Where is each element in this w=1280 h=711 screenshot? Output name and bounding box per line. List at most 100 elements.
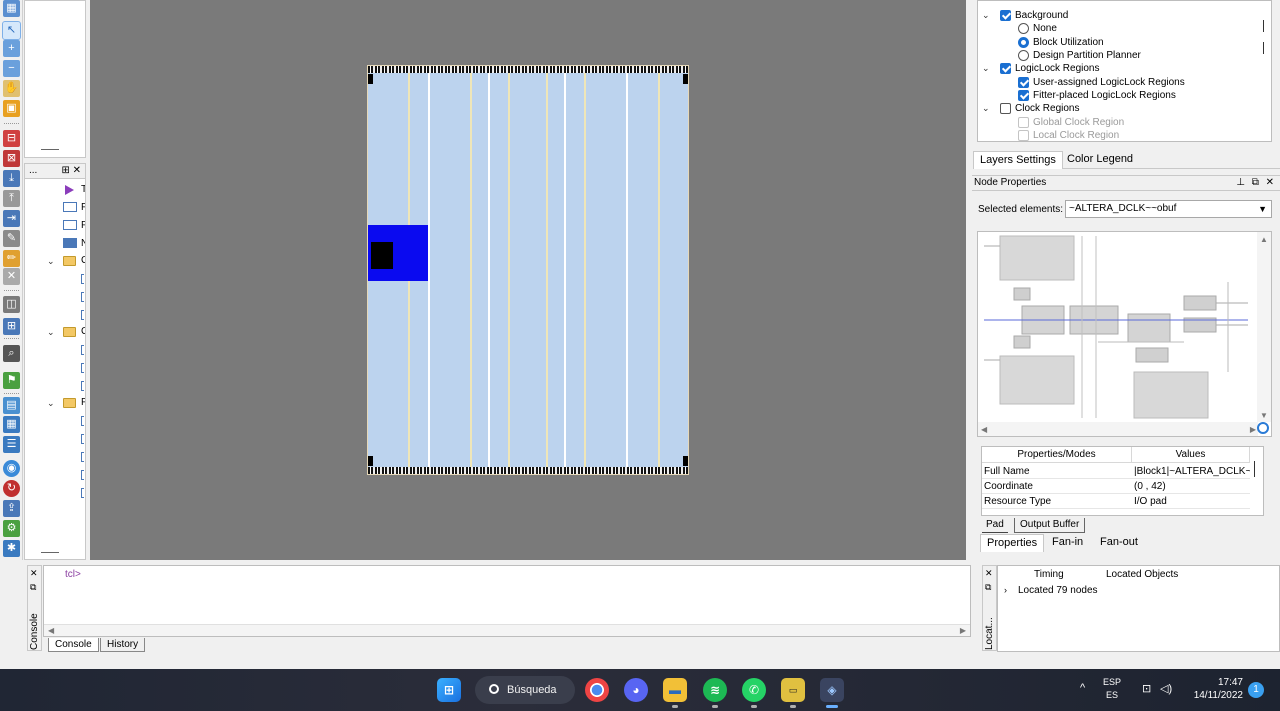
- chevron-up-icon[interactable]: ^: [1080, 682, 1085, 694]
- tab-layers-settings[interactable]: Layers Settings: [973, 151, 1063, 169]
- refresh-icon[interactable]: ↻: [3, 480, 20, 497]
- chevron-down-icon[interactable]: ⌄: [47, 398, 55, 409]
- preview-vertical-scrollbar[interactable]: ▲ ▼: [1257, 232, 1271, 422]
- selected-io-pad[interactable]: [371, 242, 393, 269]
- close-icon[interactable]: ✕: [985, 568, 993, 579]
- table-icon[interactable]: ▦: [3, 416, 20, 433]
- routing-icon[interactable]: ⊠: [3, 150, 20, 167]
- chevron-down-icon[interactable]: ⌄: [982, 62, 990, 75]
- selected-io-block[interactable]: [368, 225, 428, 281]
- tree-item-label[interactable]: F: [81, 202, 85, 213]
- scroll-left-icon[interactable]: ◀: [981, 425, 987, 434]
- table-header[interactable]: Values: [1132, 447, 1250, 463]
- tree-item-label[interactable]: C: [81, 326, 85, 337]
- tab-properties[interactable]: Properties: [980, 534, 1045, 552]
- layer-item[interactable]: Design Partition Planner: [982, 49, 1262, 62]
- layer-item[interactable]: Global Clock Region: [982, 116, 1262, 129]
- chrome-icon[interactable]: [585, 678, 609, 702]
- chevron-down-icon[interactable]: ⌄: [982, 102, 990, 115]
- connection-icon[interactable]: ⇥: [3, 210, 20, 227]
- layer-item[interactable]: None: [982, 22, 1262, 35]
- tree-item-label[interactable]: T: [81, 184, 85, 195]
- list-icon[interactable]: ☰: [3, 436, 20, 453]
- chevron-down-icon[interactable]: ⌄: [47, 256, 55, 267]
- whatsapp-icon[interactable]: ✆: [742, 678, 766, 702]
- subtab-pad[interactable]: Pad: [982, 518, 1008, 533]
- checkbox[interactable]: [1000, 10, 1011, 21]
- layers-scrollbar[interactable]: [1263, 20, 1264, 32]
- chip-view-icon[interactable]: ◫: [3, 296, 20, 313]
- checkbox[interactable]: [1018, 77, 1029, 88]
- tree-item-label[interactable]: N: [81, 238, 85, 249]
- spotify-icon[interactable]: ≋: [703, 678, 727, 702]
- checkbox[interactable]: [1000, 103, 1011, 114]
- console-horizontal-scrollbar[interactable]: ◀ ▶: [44, 624, 970, 636]
- fit-window-icon[interactable]: ▣: [3, 100, 20, 117]
- zoom-out-icon[interactable]: −: [3, 60, 20, 77]
- windows-start-icon[interactable]: ⊞: [437, 678, 461, 702]
- preview-horizontal-scrollbar[interactable]: ◀ ▶: [978, 422, 1258, 436]
- located-nodes-row[interactable]: Located 79 nodes: [1018, 585, 1098, 596]
- volume-icon[interactable]: ◁): [1160, 682, 1172, 695]
- column-header-timing[interactable]: Timing: [1034, 568, 1064, 581]
- subtab-output-buffer[interactable]: Output Buffer: [1014, 518, 1086, 533]
- report-icon[interactable]: ⊞: [3, 318, 20, 335]
- highlight-icon[interactable]: ✏: [3, 250, 20, 267]
- pin-planner-icon[interactable]: ⚙: [3, 520, 20, 537]
- float-icon[interactable]: ⧉: [30, 582, 36, 593]
- scroll-right-icon[interactable]: ▶: [960, 626, 966, 635]
- tab-fan-out[interactable]: Fan-out: [1094, 534, 1144, 552]
- tab-color-legend[interactable]: Color Legend: [1061, 151, 1139, 169]
- quartus-icon[interactable]: ◈: [820, 678, 844, 702]
- node-schematic-preview[interactable]: ▲ ▼ ◀ ▶: [977, 231, 1272, 437]
- table-scrollbar[interactable]: [1254, 461, 1255, 477]
- tab-console[interactable]: Console: [48, 638, 99, 652]
- layer-item[interactable]: ⌄ Background: [982, 9, 1262, 22]
- globe-icon[interactable]: ◉: [3, 460, 20, 477]
- layer-item[interactable]: Fitter-placed LogicLock Regions: [982, 89, 1262, 102]
- tab-history[interactable]: History: [100, 638, 146, 652]
- fpga-chip-floorplan[interactable]: [367, 65, 689, 475]
- tree-item-label[interactable]: F: [81, 397, 85, 408]
- properties-icon[interactable]: ▤: [3, 397, 20, 414]
- play-icon[interactable]: [65, 185, 74, 195]
- hand-tool-icon[interactable]: ✋: [3, 80, 20, 97]
- radio-button[interactable]: [1018, 50, 1029, 61]
- fanout-icon[interactable]: ⤒: [3, 190, 20, 207]
- tab-fan-in[interactable]: Fan-in: [1046, 534, 1089, 552]
- language-indicator[interactable]: ESP ES: [1103, 676, 1121, 702]
- selection-tool-icon[interactable]: ↖: [2, 21, 21, 40]
- layer-item[interactable]: ⌄ Clock Regions: [982, 102, 1262, 115]
- locate-icon[interactable]: ⚑: [3, 372, 20, 389]
- scroll-left-icon[interactable]: ◀: [48, 626, 54, 635]
- network-icon[interactable]: ⊡: [1142, 682, 1151, 695]
- dock-controls-icon[interactable]: ⊥ ⧉ ✕: [1236, 176, 1276, 190]
- minimize-dash[interactable]: [41, 552, 59, 553]
- discord-icon[interactable]: ◕: [624, 678, 648, 702]
- clear-highlight-icon[interactable]: ✕: [3, 268, 20, 285]
- tree-item-label[interactable]: F: [81, 220, 85, 231]
- tcl-console[interactable]: tcl> ◀ ▶: [43, 565, 971, 637]
- layer-item[interactable]: ⌄ LogicLock Regions: [982, 62, 1262, 75]
- selected-elements-dropdown[interactable]: ~ALTERA_DCLK~~obuf ▼: [1065, 200, 1272, 218]
- quartus-rtl-icon[interactable]: ▭: [781, 678, 805, 702]
- chevron-down-icon[interactable]: ⌄: [47, 327, 55, 338]
- system-clock[interactable]: 17:47 14/11/2022: [1189, 676, 1243, 702]
- taskbar-search[interactable]: Búsqueda: [475, 676, 575, 704]
- hierarchy-view-icon[interactable]: ▦: [3, 0, 20, 17]
- file-explorer-icon[interactable]: ▬: [663, 678, 687, 702]
- chevron-right-icon[interactable]: ›: [1004, 585, 1007, 595]
- radio-button[interactable]: [1018, 37, 1029, 48]
- chevron-down-icon[interactable]: ▼: [1258, 201, 1267, 217]
- checkbox[interactable]: [1018, 90, 1029, 101]
- notification-badge[interactable]: 1: [1248, 682, 1264, 698]
- settings-icon[interactable]: ✱: [3, 540, 20, 557]
- scroll-right-icon[interactable]: ▶: [1250, 425, 1256, 434]
- find-icon[interactable]: ⌕: [3, 345, 20, 362]
- export-icon[interactable]: ⇪: [3, 500, 20, 517]
- checkbox[interactable]: [1000, 63, 1011, 74]
- fanin-icon[interactable]: ⤓: [3, 170, 20, 187]
- chevron-down-icon[interactable]: ⌄: [982, 9, 990, 22]
- floorplan-icon[interactable]: ⊟: [3, 130, 20, 147]
- layer-item[interactable]: Local Clock Region: [982, 129, 1262, 142]
